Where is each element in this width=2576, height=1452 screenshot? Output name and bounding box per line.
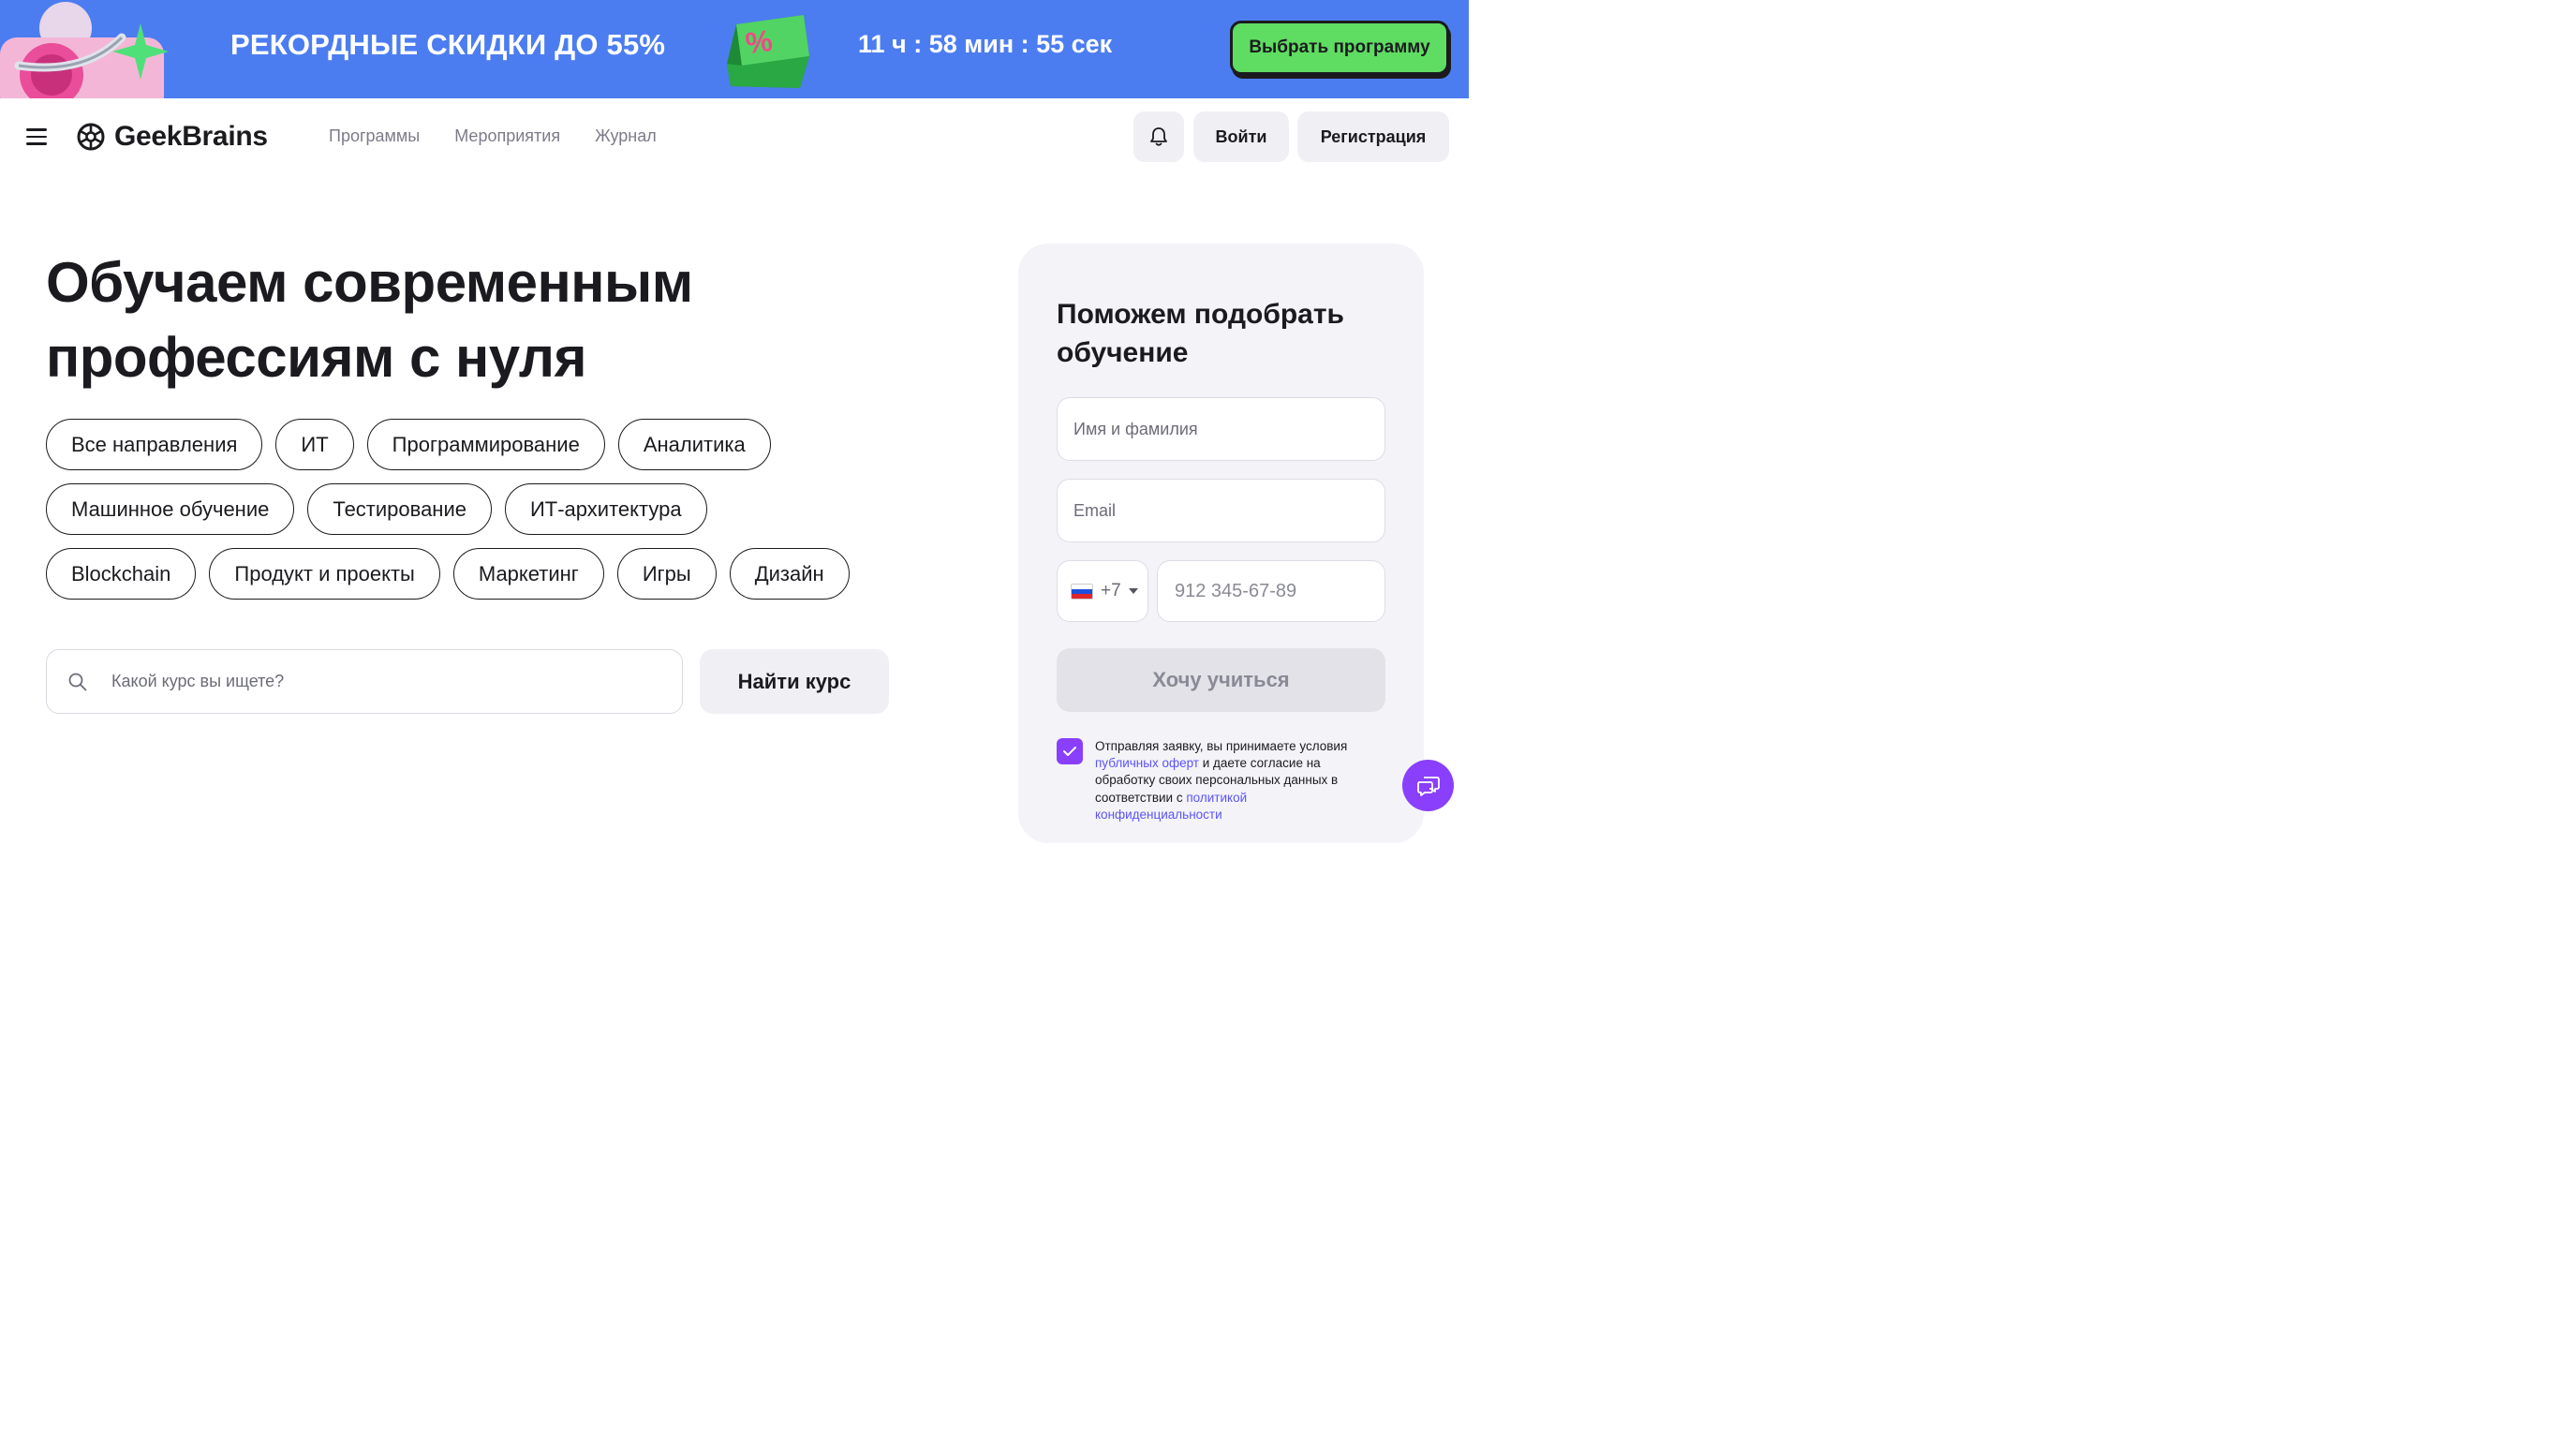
name-field[interactable] (1073, 419, 1364, 439)
chip-it[interactable]: ИТ (275, 419, 354, 470)
country-code: +7 (1101, 581, 1121, 600)
chip-all-directions[interactable]: Все направления (46, 419, 263, 470)
consent-block: Отправляя заявку, вы принимаете условия … (1057, 738, 1375, 823)
notifications-button[interactable] (1133, 111, 1184, 162)
name-field-wrapper (1057, 397, 1385, 461)
page-title-line-1: Обучаем современным (46, 251, 693, 314)
nav-events[interactable]: Мероприятия (454, 126, 560, 146)
login-button[interactable]: Войти (1193, 111, 1289, 162)
chip-analytics[interactable]: Аналитика (617, 419, 771, 470)
chip-row: Blockchain Продукт и проекты Маркетинг И… (46, 548, 908, 600)
public-offer-link[interactable]: публичных оферт (1095, 756, 1199, 770)
chip-product-projects[interactable]: Продукт и проекты (209, 548, 440, 600)
find-course-button[interactable]: Найти курс (700, 649, 889, 714)
consent-text-part-1: Отправляя заявку, вы принимаете условия (1095, 739, 1348, 753)
chip-row: Машинное обучение Тестирование ИТ-архите… (46, 483, 908, 535)
nav-journal[interactable]: Журнал (595, 126, 657, 146)
choose-program-button[interactable]: Выбрать программу (1230, 21, 1449, 75)
chip-design[interactable]: Дизайн (729, 548, 850, 600)
country-code-select[interactable]: +7 (1057, 560, 1148, 622)
phone-field-wrapper (1157, 560, 1385, 622)
course-search-box (46, 649, 683, 714)
phone-field[interactable] (1175, 580, 1371, 602)
form-title: Поможем подобрать обучение (1057, 299, 1345, 368)
submit-button[interactable]: Хочу учиться (1057, 648, 1385, 712)
chip-testing[interactable]: Тестирование (307, 483, 492, 535)
chevron-down-icon (1128, 588, 1138, 594)
promo-headline: РЕКОРДНЫЕ СКИДКИ ДО 55% (230, 28, 666, 61)
main-nav: Программы Мероприятия Журнал (329, 126, 657, 146)
hamburger-icon[interactable] (26, 125, 51, 149)
logo[interactable]: GeekBrains (77, 121, 268, 153)
bell-icon (1150, 127, 1167, 146)
promo-decoration-icon (0, 2, 169, 98)
countdown-timer: 11 ч : 58 мин : 55 сек (858, 30, 1113, 58)
chip-row: Все направления ИТ Программирование Анал… (46, 419, 908, 470)
chip-marketing[interactable]: Маркетинг (452, 548, 604, 600)
badge-percent: % (744, 23, 775, 61)
page-title-line-2: профессиям с нуля (46, 326, 587, 389)
consent-text: Отправляя заявку, вы принимаете условия … (1095, 738, 1375, 823)
email-field[interactable] (1073, 500, 1364, 521)
russia-flag-icon (1071, 583, 1093, 600)
consent-checkbox[interactable] (1057, 738, 1083, 764)
register-button[interactable]: Регистрация (1297, 111, 1449, 162)
chat-icon (1416, 776, 1440, 796)
chip-blockchain[interactable]: Blockchain (46, 548, 197, 600)
chip-programming[interactable]: Программирование (366, 419, 605, 470)
chat-button[interactable] (1402, 760, 1454, 811)
logo-text: GeekBrains (114, 121, 268, 152)
chip-machine-learning[interactable]: Машинное обучение (46, 483, 295, 535)
promo-banner: РЕКОРДНЫЕ СКИДКИ ДО 55% % 11 ч : 58 мин … (0, 0, 1469, 98)
geekbrains-logo-icon (77, 123, 105, 151)
nav-programs[interactable]: Программы (329, 126, 420, 146)
lead-form-panel: Поможем подобрать обучение +7 Хочу учить… (1018, 244, 1424, 843)
search-icon (68, 673, 87, 690)
course-search-input[interactable] (111, 672, 636, 691)
page-title: Обучаем современным профессиям с нуля (46, 245, 889, 395)
discount-badge-icon: % (718, 7, 815, 94)
email-field-wrapper (1057, 479, 1385, 542)
checkmark-icon (1063, 747, 1076, 756)
category-chips: Все направления ИТ Программирование Анал… (46, 419, 908, 613)
site-header: GeekBrains Программы Мероприятия Журнал … (0, 98, 1469, 175)
chip-games[interactable]: Игры (616, 548, 717, 600)
chip-it-architecture[interactable]: ИТ-архитектура (504, 483, 707, 535)
